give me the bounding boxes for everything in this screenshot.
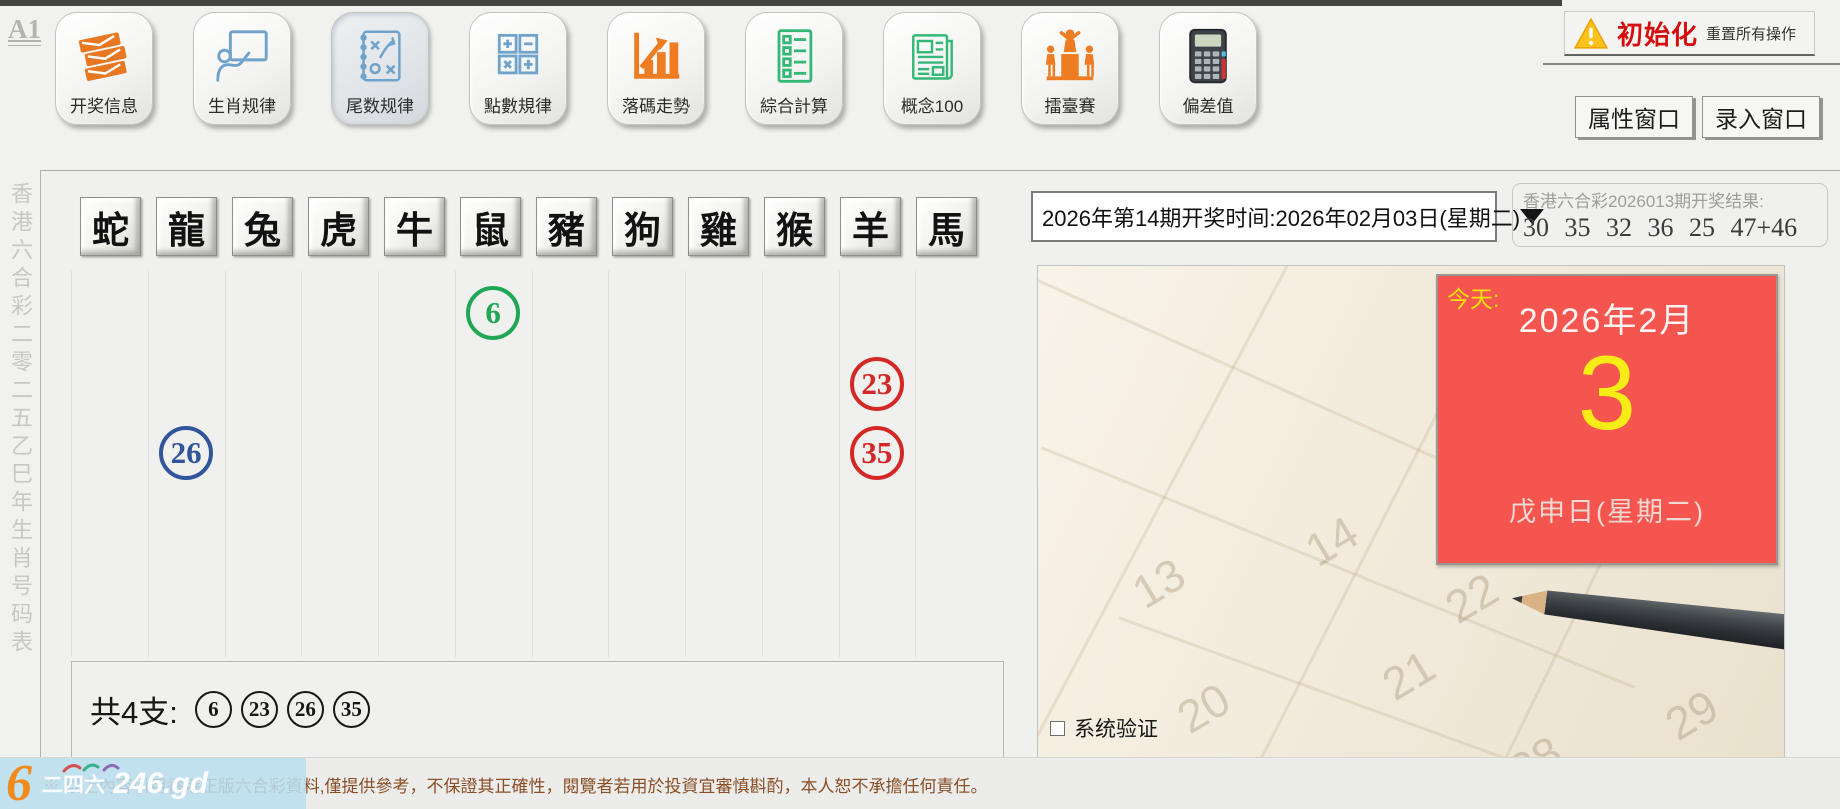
- presentation-icon: [211, 23, 273, 89]
- entry-window-button[interactable]: 录入窗口: [1702, 96, 1820, 138]
- zodiac-button-rooster[interactable]: 雞: [688, 197, 749, 256]
- newspaper-icon: [902, 23, 962, 89]
- today-calendar-card: 今天: 2026年2月 3 戊申日(星期二): [1436, 274, 1778, 565]
- calculator-icon: [1178, 23, 1238, 89]
- watermark-logo: 6: [6, 758, 32, 809]
- calendar-faint-number: 29: [1656, 679, 1728, 752]
- summary-label: 共4支:: [90, 687, 178, 732]
- toolbar-button-arena[interactable]: 擂臺賽: [1021, 12, 1119, 125]
- system-verify-checkbox-row[interactable]: 系统验证: [1050, 713, 1158, 743]
- initialize-label: 初始化: [1617, 15, 1698, 52]
- zodiac-chart-grid: 6 23 26 35: [71, 271, 992, 657]
- checklist-icon: [764, 23, 824, 89]
- toolbar-button-label: 點數規律: [484, 92, 552, 117]
- warning-icon: [1573, 17, 1609, 50]
- calendar-panel: 13 20 14 21 22 29 28: [1037, 265, 1785, 764]
- zodiac-button-ox[interactable]: 牛: [384, 197, 445, 256]
- corner-label: A1: [8, 14, 41, 46]
- top-right-divider: [1543, 63, 1840, 65]
- grid-column: [685, 271, 762, 657]
- toolbar-button-label: 綜合計算: [760, 92, 828, 117]
- toolbar-button-label: 偏差值: [1183, 92, 1234, 117]
- toolbar-button-tail-patterns[interactable]: 尾数规律: [331, 12, 429, 125]
- strategy-icon: [349, 23, 411, 89]
- zodiac-button-monkey[interactable]: 猴: [764, 197, 825, 256]
- summary-box: 共4支: 6 23 26 35: [71, 661, 1004, 758]
- summary-circled-number: 26: [287, 691, 324, 728]
- watermark-domain-text: 246.gd: [113, 767, 208, 801]
- zodiac-button-row: 蛇 龍 兔 虎 牛 鼠 豬 狗 雞 猴 羊 馬: [80, 197, 977, 256]
- grid-column: [532, 271, 609, 657]
- latest-result-box: 香港六合彩2026013期开奖结果: 30 35 32 36 25 47+46: [1512, 183, 1828, 247]
- toolbar-button-zodiac-patterns[interactable]: 生肖规律: [193, 12, 291, 125]
- properties-window-button[interactable]: 属性窗口: [1575, 96, 1693, 138]
- watermark-cn-text: 二四六: [42, 769, 105, 799]
- period-select-value: 2026年第14期开奖时间:2026年02月03日(星期二): [1042, 201, 1520, 233]
- checkbox[interactable]: [1050, 721, 1065, 736]
- toolbar-button-deviation[interactable]: 偏差值: [1159, 12, 1257, 125]
- circled-number-mark: 35: [850, 426, 904, 480]
- reset-all-label: 重置所有操作: [1706, 23, 1796, 44]
- zodiac-button-pig[interactable]: 豬: [536, 197, 597, 256]
- podium-icon: [1039, 23, 1101, 89]
- toolbar-button-label: 落碼走勢: [622, 92, 690, 117]
- latest-result-label: 香港六合彩2026013期开奖结果:: [1523, 187, 1817, 212]
- zodiac-button-goat[interactable]: 羊: [840, 197, 901, 256]
- zodiac-button-dog[interactable]: 狗: [612, 197, 673, 256]
- footer-bar: ※ 以上內容引用香港正版六合彩資料,僅提供參考，不保證其正確性，閱覽者若用於投資…: [0, 757, 1840, 809]
- grid-column: [762, 271, 839, 657]
- app-window: A1 开奖信息: [0, 0, 1840, 809]
- watermark: 6 二四六 246.gd: [0, 758, 306, 809]
- zodiac-button-rat[interactable]: 鼠: [460, 197, 521, 256]
- zodiac-button-horse[interactable]: 馬: [916, 197, 977, 256]
- pencil-image: [1504, 578, 1785, 669]
- vertical-caption: 香港六合彩二零二五乙巳年生肖号码表: [4, 182, 36, 662]
- toolbar-button-label: 尾数规律: [346, 92, 414, 117]
- summary-circled-number: 6: [195, 691, 232, 728]
- toolbar-button-label: 擂臺賽: [1045, 92, 1096, 117]
- math-operations-icon: [488, 23, 548, 89]
- zodiac-button-dragon[interactable]: 龍: [156, 197, 217, 256]
- books-icon: [73, 23, 135, 89]
- window-top-edge: [0, 0, 1562, 6]
- calendar-day-detail: 戊申日(星期二): [1438, 490, 1776, 529]
- latest-result-numbers: 30 35 32 36 25 47+46: [1523, 213, 1817, 243]
- initialize-button[interactable]: 初始化 重置所有操作: [1564, 11, 1815, 56]
- calendar-day: 3: [1438, 334, 1776, 454]
- zodiac-button-tiger[interactable]: 虎: [308, 197, 369, 256]
- circled-number-mark: 26: [159, 426, 213, 480]
- grid-column: [71, 271, 148, 657]
- period-select-dropdown[interactable]: 2026年第14期开奖时间:2026年02月03日(星期二): [1031, 191, 1497, 242]
- toolbar-button-code-trend[interactable]: 落碼走勢: [607, 12, 705, 125]
- toolbar-button-lottery-info[interactable]: 开奖信息: [55, 12, 153, 125]
- circled-number-mark: 23: [850, 357, 904, 411]
- toolbar-button-point-patterns[interactable]: 點數規律: [469, 12, 567, 125]
- zodiac-button-rabbit[interactable]: 兔: [232, 197, 293, 256]
- summary-circled-number: 23: [241, 691, 278, 728]
- calendar-faint-number: 20: [1168, 672, 1240, 745]
- grid-column: [915, 271, 992, 657]
- bar-chart-icon: [625, 23, 687, 89]
- circled-number-mark: 6: [466, 286, 520, 340]
- toolbar-button-label: 开奖信息: [70, 92, 138, 117]
- zodiac-button-snake[interactable]: 蛇: [80, 197, 141, 256]
- grid-column: [225, 271, 302, 657]
- toolbar-button-comprehensive-calc[interactable]: 綜合計算: [745, 12, 843, 125]
- calendar-faint-number: 22: [1436, 562, 1508, 635]
- summary-circled-number: 35: [333, 691, 370, 728]
- window-buttons: 属性窗口 录入窗口: [1575, 96, 1820, 138]
- grid-column: [301, 271, 378, 657]
- toolbar-button-label: 概念100: [901, 92, 963, 117]
- calendar-faint-number: 21: [1373, 639, 1445, 712]
- toolbar-button-concept-100[interactable]: 概念100: [883, 12, 981, 125]
- grid-column: [608, 271, 685, 657]
- checkbox-label: 系统验证: [1074, 713, 1158, 743]
- toolbar-button-label: 生肖规律: [208, 92, 276, 117]
- toolbar: 开奖信息 生肖规律: [55, 12, 1257, 125]
- grid-column: [378, 271, 455, 657]
- main-panel: 蛇 龍 兔 虎 牛 鼠 豬 狗 雞 猴 羊 馬 2026年第14期开奖时间:20…: [40, 170, 1840, 757]
